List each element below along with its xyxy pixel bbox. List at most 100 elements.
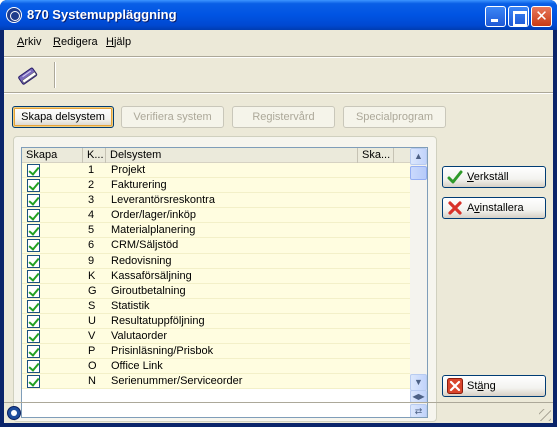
- row-code: 5: [88, 224, 95, 237]
- checkmark-icon: [447, 170, 463, 184]
- table-row[interactable]: 3 Leverantörsreskontra: [22, 193, 410, 209]
- row-delsystem: Statistik: [111, 299, 150, 312]
- row-delsystem: Leverantörsreskontra: [111, 194, 215, 207]
- status-bar: [4, 402, 553, 423]
- toolbar: [4, 58, 553, 92]
- skapa-checkbox[interactable]: [27, 269, 40, 283]
- verifiera-system-button[interactable]: Verifiera system: [121, 106, 224, 128]
- scroll-thumb[interactable]: [410, 166, 427, 180]
- window-title: 870 Systemuppläggning: [27, 7, 177, 22]
- app-window: 870 Systemuppläggning ✕ Arkiv Redigera H…: [0, 0, 557, 427]
- scroll-up-button[interactable]: ▲: [410, 148, 427, 165]
- row-delsystem: Order/lager/inköp: [111, 209, 196, 222]
- skapa-checkbox[interactable]: [27, 360, 40, 374]
- row-delsystem: Fakturering: [111, 179, 167, 192]
- skapa-checkbox[interactable]: [27, 224, 40, 238]
- row-code: 3: [88, 194, 95, 207]
- avinstallera-button[interactable]: Avinstallera: [442, 197, 546, 219]
- table-row[interactable]: 1 Projekt: [22, 163, 410, 179]
- close-x-icon: [447, 378, 463, 394]
- row-delsystem: Prisinläsning/Prisbok: [111, 345, 214, 358]
- row-code: K: [88, 269, 96, 282]
- row-code: 2: [88, 179, 95, 192]
- table-row[interactable]: O Office Link: [22, 359, 410, 375]
- table-row[interactable]: S Statistik: [22, 298, 410, 314]
- row-code: P: [88, 345, 96, 358]
- registervard-button[interactable]: Registervård: [232, 106, 335, 128]
- verkstall-button[interactable]: Verkställ: [442, 166, 546, 188]
- specialprogram-button[interactable]: Specialprogram: [343, 106, 446, 128]
- table-row[interactable]: U Resultatuppföljning: [22, 313, 410, 330]
- stang-button[interactable]: Stäng: [442, 375, 546, 397]
- status-icon: [7, 406, 21, 420]
- menu-redigera[interactable]: Redigera: [53, 36, 98, 48]
- row-code: 6: [88, 239, 95, 252]
- column-header-skapad[interactable]: Ska...: [358, 148, 394, 163]
- skapa-checkbox[interactable]: [27, 179, 40, 193]
- skapa-delsystem-button[interactable]: Skapa delsystem: [12, 106, 114, 128]
- row-code: O: [88, 360, 97, 373]
- scroll-down-button[interactable]: ▼: [410, 374, 427, 391]
- row-code: 1: [88, 164, 95, 176]
- table-row[interactable]: 4 Order/lager/inköp: [22, 208, 410, 224]
- grid-rows: 1 Projekt 2 Fakturering 3 Leverantörsreskontr…: [22, 163, 410, 390]
- row-code: 4: [88, 209, 95, 222]
- grid-header: Skapa K... Delsystem Ska...: [22, 148, 410, 163]
- row-code: V: [88, 330, 96, 343]
- row-delsystem: Resultatuppföljning: [111, 314, 205, 327]
- row-delsystem: Materialplanering: [111, 224, 196, 237]
- table-row[interactable]: 6 CRM/Säljstöd: [22, 238, 410, 254]
- close-window-button[interactable]: ✕: [531, 6, 552, 27]
- row-code: N: [88, 375, 96, 388]
- close-icon: ✕: [535, 8, 548, 25]
- row-delsystem: Redovisning: [111, 254, 172, 267]
- resize-grip[interactable]: [539, 409, 551, 421]
- table-row[interactable]: 2 Fakturering: [22, 178, 410, 194]
- subsystem-grid[interactable]: Skapa K... Delsystem Ska... 1 Projekt 2 Fak…: [21, 147, 428, 418]
- row-code: U: [88, 314, 96, 327]
- client-area: Arkiv Redigera Hjälp Skapa delsystem Ver…: [4, 30, 553, 423]
- skapa-checkbox[interactable]: [27, 345, 40, 359]
- row-code: G: [88, 284, 97, 297]
- app-icon[interactable]: [6, 7, 22, 23]
- row-delsystem: Valutaorder: [111, 330, 168, 343]
- menu-arkiv[interactable]: Arkiv: [17, 36, 41, 48]
- column-header-kod[interactable]: K...: [83, 148, 106, 163]
- row-delsystem: Giroutbetalning: [111, 284, 186, 297]
- row-code: 9: [88, 254, 95, 267]
- skapa-checkbox[interactable]: [27, 314, 40, 328]
- skapa-checkbox[interactable]: [27, 284, 40, 298]
- column-header-skapa[interactable]: Skapa: [22, 148, 83, 163]
- book-button[interactable]: [14, 63, 40, 89]
- row-delsystem: Office Link: [111, 360, 163, 373]
- skapa-checkbox[interactable]: [27, 254, 40, 268]
- table-row[interactable]: G Giroutbetalning: [22, 283, 410, 299]
- table-row[interactable]: V Valutaorder: [22, 329, 410, 345]
- vertical-scrollbar[interactable]: ▲ ▼ ◀▶ ⇄: [410, 148, 427, 417]
- skapa-checkbox[interactable]: [27, 239, 40, 253]
- toolbar-bottom-divider: [4, 92, 553, 94]
- row-delsystem: Projekt: [111, 164, 146, 176]
- minimize-button[interactable]: [485, 6, 506, 27]
- menu-bar: Arkiv Redigera Hjälp: [4, 30, 553, 54]
- column-header-delsystem[interactable]: Delsystem: [106, 148, 358, 163]
- skapa-checkbox[interactable]: [27, 299, 40, 313]
- skapa-checkbox[interactable]: [27, 164, 40, 177]
- table-row[interactable]: P Prisinläsning/Prisbok: [22, 344, 410, 360]
- book-icon: [18, 67, 38, 85]
- skapa-checkbox[interactable]: [27, 194, 40, 208]
- skapa-checkbox[interactable]: [27, 209, 40, 223]
- maximize-button[interactable]: [508, 6, 529, 27]
- skapa-checkbox[interactable]: [27, 375, 40, 389]
- table-row[interactable]: N Serienummer/Serviceorder: [22, 374, 410, 390]
- skapa-checkbox[interactable]: [27, 330, 40, 344]
- x-icon: [448, 201, 462, 215]
- menu-hjalp[interactable]: Hjälp: [106, 36, 131, 48]
- row-delsystem: Kassaförsäljning: [111, 269, 192, 282]
- title-bar[interactable]: 870 Systemuppläggning ✕: [0, 0, 557, 30]
- toolbar-divider: [54, 62, 56, 88]
- table-row[interactable]: K Kassaförsäljning: [22, 268, 410, 284]
- table-row[interactable]: 9 Redovisning: [22, 253, 410, 269]
- table-row[interactable]: 5 Materialplanering: [22, 223, 410, 239]
- row-code: S: [88, 299, 96, 312]
